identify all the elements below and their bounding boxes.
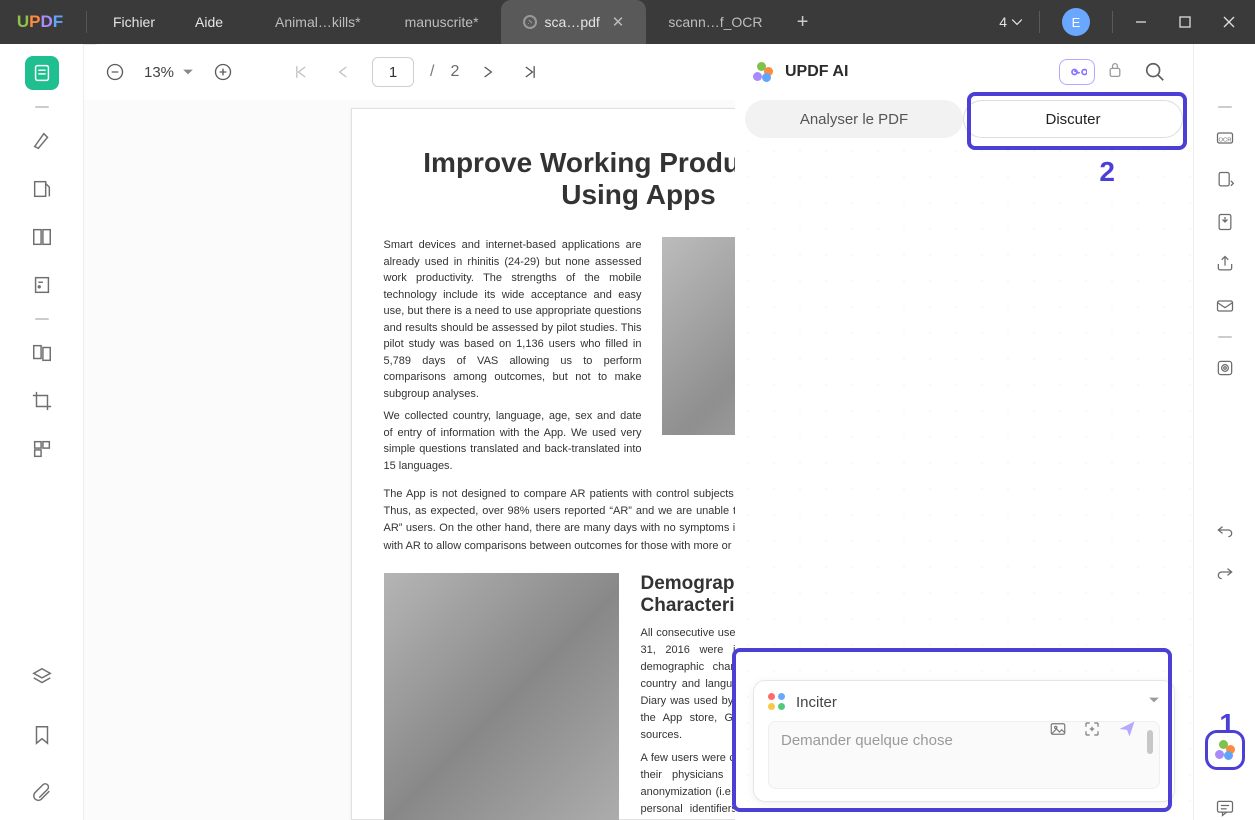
chevron-down-icon	[1011, 16, 1023, 28]
titlebar: UPDF Fichier Aide Animal…kills* manuscri…	[0, 0, 1255, 44]
minimize-button[interactable]	[1119, 0, 1163, 44]
screenshot-icon[interactable]	[1083, 720, 1101, 743]
convert-icon[interactable]	[1213, 168, 1237, 192]
svg-text:OCR: OCR	[1218, 137, 1231, 143]
chevron-down-icon	[182, 66, 194, 78]
tab-discuss[interactable]: Discuter	[963, 100, 1183, 138]
layers-icon[interactable]	[25, 660, 59, 694]
chat-input[interactable]: Demander quelque chose	[768, 721, 1160, 789]
form-tool[interactable]	[25, 268, 59, 302]
add-tab-button[interactable]: +	[785, 0, 821, 44]
updf-ai-icon	[753, 62, 773, 82]
close-window-button[interactable]	[1207, 0, 1251, 44]
tab-label: sca…pdf	[545, 14, 600, 30]
maximize-button[interactable]	[1163, 0, 1207, 44]
updf-logo: UPDF	[0, 12, 80, 32]
right-rail: OCR	[1193, 44, 1255, 820]
scrollbar-thumb[interactable]	[1147, 730, 1153, 754]
organize-tool[interactable]	[25, 432, 59, 466]
tab-label: manuscrite*	[405, 14, 479, 30]
avatar[interactable]: E	[1062, 8, 1090, 36]
zoom-value[interactable]: 13%	[144, 64, 194, 81]
reader-mode-button[interactable]	[25, 56, 59, 90]
tab-2[interactable]: sca…pdf ✕	[501, 0, 647, 44]
protect-icon[interactable]	[1213, 356, 1237, 380]
next-page-button[interactable]	[475, 59, 501, 85]
menu-file[interactable]: Fichier	[93, 14, 175, 30]
tab-1[interactable]: manuscrite*	[383, 0, 501, 44]
crop-tool[interactable]	[25, 384, 59, 418]
tab-0[interactable]: Animal…kills*	[253, 0, 383, 44]
ai-panel-title: UPDF AI	[785, 63, 848, 81]
redo-icon[interactable]	[1213, 560, 1237, 584]
chat-input-box: Inciter Demander quelque chose	[753, 680, 1175, 802]
tab-label: Animal…kills*	[275, 14, 361, 30]
menu-help[interactable]: Aide	[175, 14, 243, 30]
incite-dropdown-icon[interactable]	[1148, 693, 1160, 711]
undo-icon[interactable]	[1213, 518, 1237, 542]
tab-analyse[interactable]: Analyser le PDF	[745, 100, 963, 138]
page-input[interactable]: 1	[372, 57, 414, 87]
share-icon[interactable]	[1213, 252, 1237, 276]
window-count[interactable]: 4	[989, 14, 1033, 30]
bookmark-icon[interactable]	[25, 718, 59, 752]
page-total: 2	[450, 63, 459, 81]
ai-panel-body: Inciter Demander quelque chose	[735, 138, 1193, 820]
annotate-tool[interactable]	[25, 172, 59, 206]
zoom-in-button[interactable]	[210, 59, 236, 85]
incite-label[interactable]: Inciter	[796, 694, 1138, 711]
ai-tab-switch: Analyser le PDF Discuter	[735, 100, 1193, 138]
callout-number-2: 2	[1099, 156, 1115, 188]
infinity-button[interactable]	[1059, 59, 1095, 85]
document-image	[384, 573, 619, 820]
tab-3[interactable]: scann…f_OCR	[646, 0, 784, 44]
pdf-icon	[523, 15, 537, 29]
attachment-icon[interactable]	[25, 776, 59, 810]
last-page-button[interactable]	[517, 59, 543, 85]
prev-page-button[interactable]	[330, 59, 356, 85]
send-button[interactable]	[1117, 719, 1137, 744]
compare-tool[interactable]	[25, 336, 59, 370]
zoom-out-button[interactable]	[102, 59, 128, 85]
close-tab-icon[interactable]: ✕	[612, 13, 625, 31]
ai-panel: UPDF AI Analyser le PDF Discuter Inciter…	[735, 44, 1193, 820]
search-button[interactable]	[1135, 52, 1175, 92]
pages-tool[interactable]	[25, 220, 59, 254]
first-page-button[interactable]	[288, 59, 314, 85]
tab-label: scann…f_OCR	[668, 14, 762, 30]
email-icon[interactable]	[1213, 294, 1237, 318]
prompt-icon	[768, 693, 786, 711]
tab-strip: Animal…kills* manuscrite* sca…pdf ✕ scan…	[253, 0, 989, 44]
lock-icon[interactable]	[1107, 61, 1123, 84]
callout-number-1: 1	[1219, 708, 1235, 740]
highlight-tool[interactable]	[25, 124, 59, 158]
comment-icon[interactable]	[1213, 796, 1237, 820]
ocr-icon[interactable]: OCR	[1213, 126, 1237, 150]
image-icon[interactable]	[1049, 720, 1067, 743]
compress-icon[interactable]	[1213, 210, 1237, 234]
left-rail	[0, 44, 84, 820]
